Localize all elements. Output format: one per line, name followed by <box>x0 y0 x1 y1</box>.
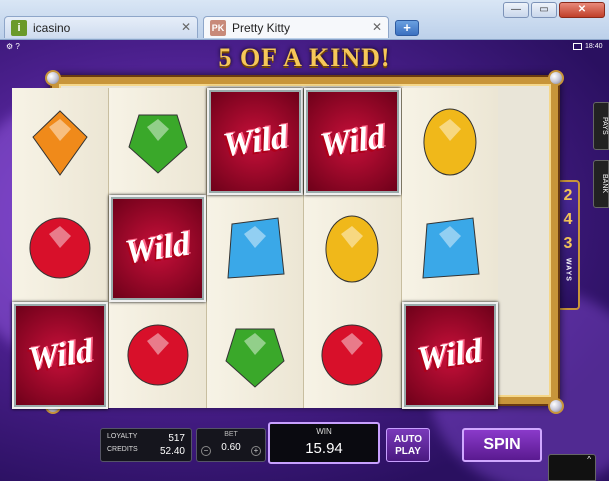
control-bar: LOYALTY 517 CREDITS 52.40 BET 0.60 − + W… <box>100 422 542 467</box>
blue-gem-symbol <box>402 195 498 302</box>
loyalty-label: LOYALTY <box>107 433 138 440</box>
spin-button[interactable]: SPIN <box>462 428 542 462</box>
wild-label: Wild <box>122 225 193 271</box>
game-stage: ⚙ ? 18:40 5 OF A KIND! 2 4 3 WAYS 2 4 3 … <box>0 40 609 481</box>
red-gem-icon <box>321 324 383 385</box>
wild-label: Wild <box>25 332 95 378</box>
ways-panel-right: 2 4 3 WAYS <box>556 180 580 310</box>
ways-digit: 4 <box>563 211 573 228</box>
bet-label: BET <box>224 431 238 438</box>
yellow-gem-icon <box>423 108 477 175</box>
red-gem-symbol <box>304 302 400 409</box>
yellow-gem-symbol <box>402 88 498 195</box>
tab-label: Pretty Kitty <box>232 20 291 35</box>
wild-symbol: Wild <box>401 302 499 409</box>
menu-expand-button[interactable]: ^ <box>548 454 596 481</box>
win-banner: 5 OF A KIND! <box>218 43 391 72</box>
reel: Wild <box>206 88 305 409</box>
autoplay-label: PLAY <box>395 446 421 457</box>
green-gem-symbol <box>207 302 303 409</box>
wild-label: Wild <box>415 332 485 378</box>
frame-gem <box>45 70 61 86</box>
ways-digit: 3 <box>563 235 573 252</box>
close-tab-icon[interactable]: ✕ <box>372 20 382 34</box>
pretty-kitty-icon: PK <box>210 19 226 36</box>
window-maximize-button[interactable]: ▭ <box>531 2 557 18</box>
orange-gem-symbol <box>12 88 108 195</box>
wild-symbol: Wild <box>206 88 304 195</box>
ways-digit: 2 <box>563 187 573 204</box>
blue-gem-icon <box>227 216 285 279</box>
green-gem-symbol <box>109 88 205 195</box>
wild-symbol: Wild <box>304 88 401 195</box>
loyalty-value: 517 <box>168 433 185 444</box>
win-label: WIN <box>316 427 332 436</box>
wild-label: Wild <box>317 118 388 164</box>
reel: Wild <box>12 88 110 409</box>
close-tab-icon[interactable]: ✕ <box>181 20 191 34</box>
tab-label: icasino <box>33 20 71 35</box>
reels: Wild Wild Wild Wild Wild <box>12 88 499 409</box>
yellow-gem-symbol <box>304 195 400 302</box>
wild-label: Wild <box>220 118 290 164</box>
frame-gem <box>548 398 564 414</box>
autoplay-button[interactable]: AUTO PLAY <box>386 428 430 462</box>
wild-symbol: Wild <box>12 302 109 409</box>
credits-label: CREDITS <box>107 446 138 453</box>
browser-chrome: — ▭ ✕ i icasino ✕ PK Pretty Kitty ✕ + <box>0 0 609 40</box>
yellow-gem-icon <box>325 215 379 282</box>
blue-gem-icon <box>422 216 480 279</box>
frame-gem <box>548 70 564 86</box>
bet-decrease-button[interactable]: − <box>201 446 211 456</box>
reel: Wild <box>401 88 499 409</box>
reel: Wild <box>304 88 402 409</box>
blue-gem-symbol <box>207 195 303 302</box>
green-gem-icon <box>128 114 188 174</box>
bet-panel: BET 0.60 − + <box>196 428 266 462</box>
credits-value: 52.40 <box>159 446 185 457</box>
autoplay-label: AUTO <box>393 434 423 445</box>
bet-increase-button[interactable]: + <box>251 446 261 456</box>
reel: Wild <box>109 88 207 409</box>
icasino-icon: i <box>11 19 27 36</box>
win-display: WIN 15.94 <box>268 422 380 464</box>
red-gem-symbol <box>109 302 205 409</box>
win-value: 15.94 <box>305 440 343 457</box>
red-gem-symbol <box>12 195 108 302</box>
wild-symbol: Wild <box>109 195 206 302</box>
window-minimize-button[interactable]: — <box>503 2 529 18</box>
tab-pretty-kitty[interactable]: PK Pretty Kitty ✕ <box>203 16 389 38</box>
window-close-button[interactable]: ✕ <box>559 2 605 18</box>
tab-icasino[interactable]: i icasino ✕ <box>4 16 198 38</box>
green-gem-icon <box>225 328 285 388</box>
balance-panel: LOYALTY 517 CREDITS 52.40 <box>100 428 192 462</box>
red-gem-icon <box>29 217 91 278</box>
orange-gem-icon <box>32 109 88 176</box>
new-tab-button[interactable]: + <box>395 20 419 36</box>
ways-label: WAYS <box>564 258 572 282</box>
red-gem-icon <box>127 324 188 385</box>
pays-tab[interactable]: PAYS <box>593 102 609 150</box>
bank-tab[interactable]: BANK <box>593 160 609 208</box>
